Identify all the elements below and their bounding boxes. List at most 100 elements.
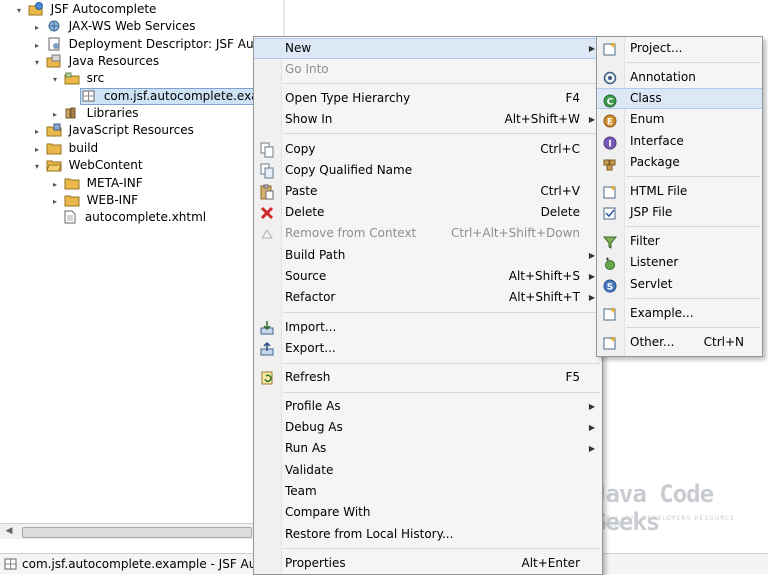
tree-item-webcontent[interactable]: ▾ WebContent (32, 157, 143, 174)
menu-label: Validate (285, 463, 334, 477)
submenu-arrow-icon: ▶ (588, 251, 595, 260)
tree-item-java-resources[interactable]: ▾ Java Resources (32, 53, 159, 70)
menu-item-validate[interactable]: Validate (254, 460, 602, 481)
menu-separator (626, 62, 760, 63)
project-explorer-tree: ▾ JSF Autocomplete ▸ JAX-WS Web Services… (0, 0, 291, 522)
menu-item-show-in[interactable]: Show In Alt+Shift+W ▶ (254, 109, 602, 130)
export-icon (260, 341, 274, 356)
submenu-item-servlet[interactable]: S Servlet (597, 274, 762, 295)
expand-arrow-icon[interactable]: ▸ (50, 106, 60, 123)
tree-item-label: com.jsf.autocomplete.examp (103, 89, 278, 103)
web-services-icon (48, 20, 60, 32)
expand-arrow-icon[interactable]: ▸ (32, 37, 42, 54)
menu-item-remove-from-context[interactable]: Remove from Context Ctrl+Alt+Shift+Down (254, 223, 602, 244)
menu-item-team[interactable]: Team (254, 481, 602, 502)
expand-arrow-icon[interactable]: ▾ (32, 158, 42, 175)
menu-item-refactor[interactable]: Refactor Alt+Shift+T ▶ (254, 287, 602, 308)
folder-icon (64, 178, 80, 190)
menu-item-build-path[interactable]: Build Path ▶ (254, 245, 602, 266)
copy-qualified-icon (260, 163, 274, 179)
menu-label: Refactor (285, 290, 336, 304)
submenu-item-jsp-file[interactable]: JSP File (597, 202, 762, 223)
menu-label: Compare With (285, 505, 371, 519)
menu-label: Export... (285, 341, 336, 355)
menu-item-import[interactable]: Import... (254, 317, 602, 338)
menu-shortcut: Delete (540, 205, 580, 219)
submenu-item-annotation[interactable]: Annotation (597, 67, 762, 88)
menu-item-profile-as[interactable]: Profile As ▶ (254, 396, 602, 417)
expand-arrow-icon[interactable]: ▸ (32, 141, 42, 158)
tree-item-web-inf[interactable]: ▸ WEB-INF (50, 192, 138, 209)
menu-item-run-as[interactable]: Run As ▶ (254, 438, 602, 459)
menu-label: Restore from Local History... (285, 527, 454, 541)
menu-item-refresh[interactable]: Refresh F5 (254, 367, 602, 388)
expand-arrow-icon[interactable]: ▸ (32, 19, 42, 36)
menu-item-paste[interactable]: Paste Ctrl+V (254, 181, 602, 202)
menu-label: Listener (630, 255, 679, 269)
submenu-arrow-icon: ▶ (588, 402, 595, 411)
tree-item-jaxws[interactable]: ▸ JAX-WS Web Services (32, 18, 196, 35)
folder-icon (46, 143, 62, 155)
remove-context-icon (261, 229, 273, 239)
menu-item-copy[interactable]: Copy Ctrl+C (254, 139, 602, 160)
menu-item-compare-with[interactable]: Compare With (254, 502, 602, 523)
menu-item-go-into[interactable]: Go Into (254, 59, 602, 80)
tree-item-label: Libraries (86, 106, 139, 120)
tree-item-project[interactable]: ▾ JSF Autocomplete (14, 1, 156, 18)
menu-item-restore-local-history[interactable]: Restore from Local History... (254, 524, 602, 545)
tree-item-src[interactable]: ▾ src (50, 70, 104, 87)
tree-item-package[interactable]: com.jsf.autocomplete.examp (80, 88, 278, 105)
tree-item-javascript-resources[interactable]: ▸ JavaScript Resources (32, 122, 194, 139)
expand-arrow-icon[interactable]: ▸ (50, 193, 60, 210)
menu-label: Profile As (285, 399, 341, 413)
tree-item-meta-inf[interactable]: ▸ META-INF (50, 175, 143, 192)
menu-label: Source (285, 269, 327, 283)
menu-item-source[interactable]: Source Alt+Shift+S ▶ (254, 266, 602, 287)
expand-arrow-icon[interactable]: ▾ (32, 54, 42, 71)
new-class-icon: C (603, 94, 617, 108)
menu-item-debug-as[interactable]: Debug As ▶ (254, 417, 602, 438)
tree-item-build[interactable]: ▸ build (32, 140, 98, 157)
submenu-item-listener[interactable]: Listener (597, 252, 762, 273)
javascript-resources-icon (46, 123, 62, 137)
menu-item-export[interactable]: Export... (254, 338, 602, 359)
submenu-item-other[interactable]: Other... Ctrl+N (597, 332, 762, 353)
submenu-item-filter[interactable]: Filter (597, 231, 762, 252)
tree-item-libraries[interactable]: ▸ Libraries (50, 105, 139, 123)
menu-separator (626, 298, 760, 299)
scroll-left-icon[interactable]: ◀ (3, 525, 15, 538)
menu-label: Package (630, 155, 680, 169)
menu-item-delete[interactable]: Delete Delete (254, 202, 602, 223)
expand-arrow-icon[interactable]: ▾ (14, 2, 24, 19)
submenu-arrow-icon: ▶ (588, 423, 595, 432)
submenu-item-enum[interactable]: E Enum (597, 109, 762, 130)
submenu-item-package[interactable]: Package (597, 152, 762, 173)
submenu-item-project[interactable]: Project... (597, 38, 762, 59)
new-listener-icon (605, 257, 615, 270)
menu-item-open-type-hierarchy[interactable]: Open Type Hierarchy F4 (254, 88, 602, 109)
submenu-item-html-file[interactable]: HTML File (597, 181, 762, 202)
menu-item-new[interactable]: New ▶ (254, 38, 602, 59)
expand-arrow-icon[interactable]: ▸ (50, 176, 60, 193)
menu-label: HTML File (630, 184, 688, 198)
svg-text:I: I (608, 140, 611, 150)
expand-arrow-icon[interactable]: ▸ (32, 123, 42, 140)
menu-shortcut: Ctrl+Alt+Shift+Down (450, 226, 580, 240)
menu-shortcut: F5 (565, 370, 580, 384)
submenu-item-interface[interactable]: I Interface (597, 131, 762, 152)
menu-label: Open Type Hierarchy (285, 91, 411, 105)
scrollbar-thumb[interactable] (22, 527, 252, 538)
menu-item-properties[interactable]: Properties Alt+Enter (254, 553, 602, 574)
menu-label: Enum (630, 112, 665, 126)
svg-text:E: E (607, 118, 613, 128)
expand-arrow-icon[interactable]: ▾ (50, 71, 60, 88)
new-project-icon (603, 42, 616, 56)
tree-item-label: WebContent (68, 158, 143, 172)
submenu-item-class[interactable]: C Class (597, 88, 762, 109)
horizontal-scrollbar[interactable]: ◀ ▶ (0, 523, 282, 539)
submenu-item-example[interactable]: Example... (597, 303, 762, 324)
menu-shortcut: Ctrl+C (540, 142, 580, 156)
menu-separator (626, 176, 760, 177)
menu-item-copy-qualified-name[interactable]: Copy Qualified Name (254, 160, 602, 181)
tree-item-xhtml-file[interactable]: autocomplete.xhtml (62, 209, 206, 226)
